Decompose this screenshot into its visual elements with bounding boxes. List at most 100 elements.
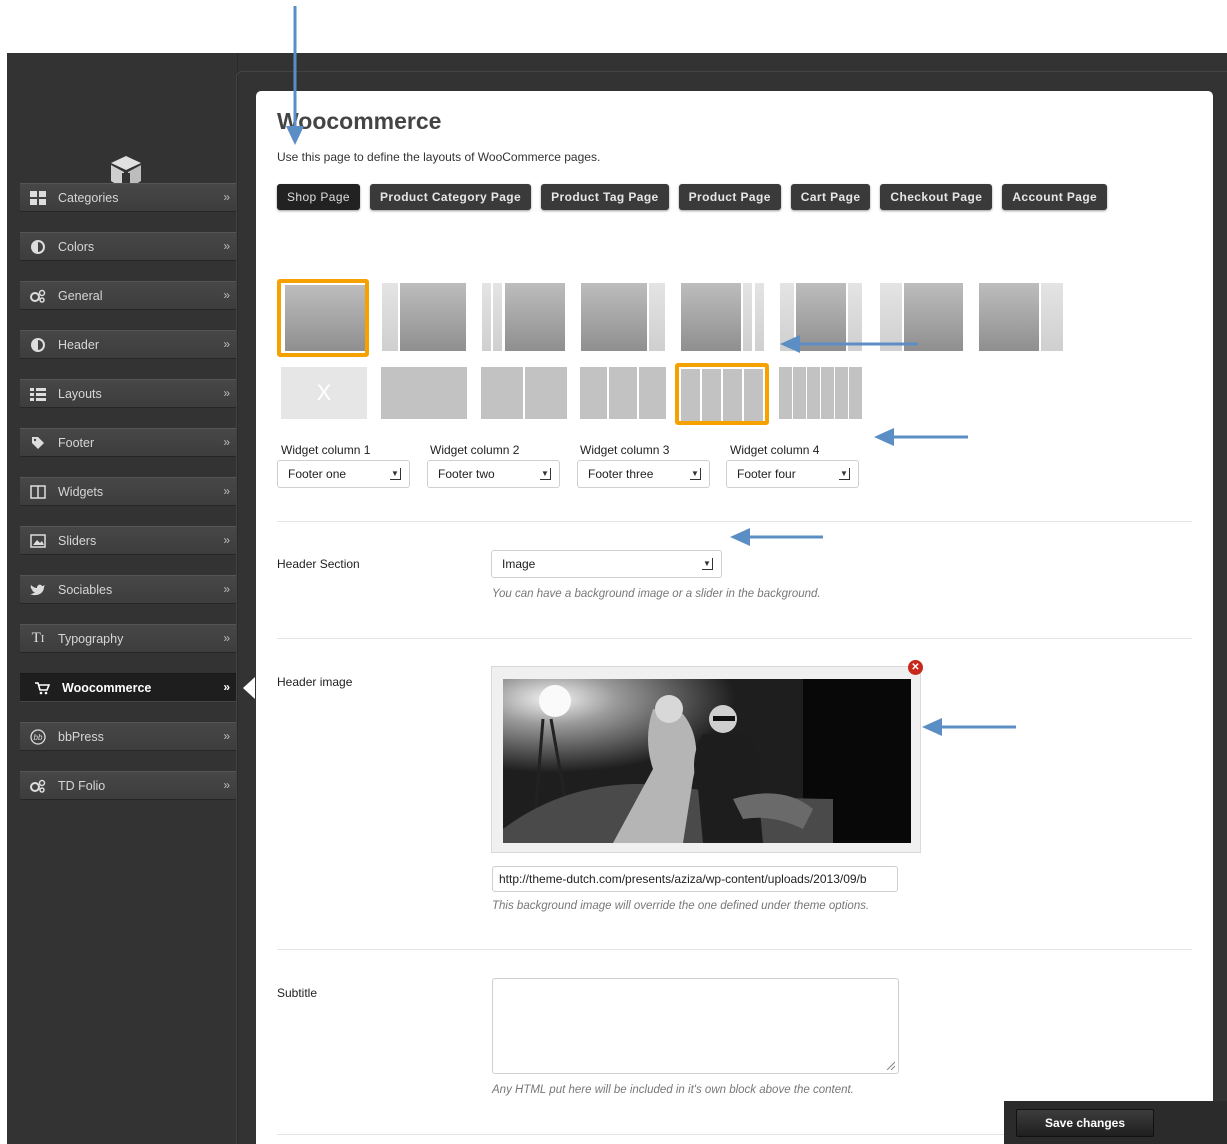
footer-layout-three-columns[interactable]	[576, 367, 668, 423]
typography-icon: TI	[31, 630, 45, 646]
save-changes-button[interactable]: Save changes	[1016, 1109, 1154, 1137]
save-bar: Save changes	[1004, 1101, 1227, 1144]
tab-product-page[interactable]: Product Page	[678, 184, 781, 210]
page-description: Use this page to define the layouts of W…	[277, 150, 601, 164]
sidebar-item-bbpress[interactable]: bb bbPress »	[20, 722, 236, 751]
header-section-help: You can have a background image or a sli…	[492, 588, 821, 600]
footer-layout-one-column[interactable]	[377, 367, 469, 423]
sidebar-item-label: Woocommerce	[62, 680, 152, 695]
tag-icon	[28, 435, 48, 451]
chevron-right-icon: »	[223, 680, 230, 694]
remove-image-icon[interactable]: ✕	[908, 660, 923, 675]
subtitle-label: Subtitle	[277, 986, 318, 1000]
header-image-label: Header image	[277, 675, 353, 689]
dropdown-arrow-icon: ▼	[540, 468, 551, 480]
dropdown-arrow-icon: ▼	[390, 468, 401, 480]
bbpress-icon: bb	[28, 728, 48, 745]
widget-column-3-select[interactable]: Footer three ▼	[577, 460, 710, 488]
layout-option-two-left-sidebars[interactable]	[478, 279, 570, 357]
sidebar-item-label: TD Folio	[58, 778, 106, 793]
layout-option-left-sidebar[interactable]	[378, 279, 470, 357]
select-value: Footer three	[588, 467, 654, 481]
tab-checkout-page[interactable]: Checkout Page	[880, 184, 993, 210]
options-panel: Woocommerce Use this page to define the …	[256, 91, 1213, 1144]
sidebar-item-layouts[interactable]: Layouts »	[20, 379, 236, 408]
dropdown-arrow-icon: ▼	[702, 558, 713, 570]
section-divider	[277, 638, 1192, 639]
sidebar-item-typography[interactable]: TI Typography »	[20, 624, 236, 653]
sidebar-item-label: bbPress	[58, 729, 104, 744]
none-x-icon: X	[281, 367, 367, 419]
sidebar-nav: Categories » Colors » General » Header »…	[20, 183, 255, 820]
chevron-right-icon: »	[223, 288, 230, 302]
chevron-right-icon: »	[223, 582, 230, 596]
chevron-right-icon: »	[223, 729, 230, 743]
grid-icon	[28, 190, 48, 206]
sidebar-item-label: Widgets	[58, 484, 104, 499]
header-section-label: Header Section	[277, 557, 360, 571]
chevron-right-icon: »	[223, 386, 230, 400]
widget-column-1-label: Widget column 1	[281, 443, 371, 457]
half-circle-icon	[28, 239, 48, 255]
footer-layout-none[interactable]: X	[277, 367, 369, 423]
sidebar-item-label: Header	[58, 337, 99, 352]
sidebar-item-header[interactable]: Header »	[20, 330, 236, 359]
section-divider	[277, 521, 1192, 522]
chevron-right-icon: »	[223, 778, 230, 792]
sidebar-item-sociables[interactable]: Sociables »	[20, 575, 236, 604]
section-divider	[277, 949, 1192, 950]
resize-grip-icon[interactable]	[885, 1060, 895, 1070]
sidebar-item-colors[interactable]: Colors »	[20, 232, 236, 261]
chevron-right-icon: »	[223, 533, 230, 547]
sidebar-item-sliders[interactable]: Sliders »	[20, 526, 236, 555]
sidebar-item-widgets[interactable]: Widgets »	[20, 477, 236, 506]
layout-option-two-right-sidebars[interactable]	[677, 279, 769, 357]
tab-shop-page[interactable]: Shop Page	[277, 184, 360, 210]
sidebar-item-footer[interactable]: Footer »	[20, 428, 236, 457]
sidebar-item-general[interactable]: General »	[20, 281, 236, 310]
twitter-bird-icon	[28, 582, 48, 598]
sidebar-item-woocommerce[interactable]: Woocommerce »	[20, 673, 255, 702]
select-value: Footer two	[438, 467, 495, 481]
sidebar-item-categories[interactable]: Categories »	[20, 183, 236, 212]
widget-column-1-select[interactable]: Footer one ▼	[277, 460, 410, 488]
dropdown-arrow-icon: ▼	[839, 468, 850, 480]
sidebar-item-label: Layouts	[58, 386, 102, 401]
header-image-preview[interactable]	[491, 666, 921, 853]
tab-cart-page[interactable]: Cart Page	[790, 184, 871, 210]
footer-layout-two-columns[interactable]	[477, 367, 569, 423]
sidebar-item-label: Footer	[58, 435, 95, 450]
sidebar-item-label: Colors	[58, 239, 95, 254]
layout-option-left-two-sidebars-wide[interactable]	[876, 279, 968, 357]
layout-option-right-sidebar-wide[interactable]	[975, 279, 1067, 357]
tab-product-category-page[interactable]: Product Category Page	[370, 184, 532, 210]
widget-column-2-select[interactable]: Footer two ▼	[427, 460, 560, 488]
layout-option-right-sidebar[interactable]	[577, 279, 669, 357]
sidebar-item-label: General	[58, 288, 103, 303]
subtitle-textarea[interactable]	[492, 978, 899, 1074]
tab-product-tag-page[interactable]: Product Tag Page	[541, 184, 669, 210]
sidebar-item-td-folio[interactable]: TD Folio »	[20, 771, 236, 800]
layout-option-both-sidebars[interactable]	[776, 279, 868, 357]
header-photo	[503, 679, 911, 843]
footer-layout-six-columns[interactable]	[775, 367, 867, 423]
select-value: Footer one	[288, 467, 347, 481]
columns-icon	[28, 484, 48, 500]
svg-text:bb: bb	[34, 733, 43, 742]
sidebar-item-label: Sliders	[58, 533, 97, 548]
cart-icon	[32, 680, 52, 696]
header-image-url-input[interactable]: http://theme-dutch.com/presents/aziza/wp…	[492, 866, 898, 892]
list-icon	[28, 386, 48, 402]
layout-option-full-width[interactable]	[277, 279, 369, 357]
footer-layout-four-columns[interactable]	[675, 363, 769, 425]
header-section-select[interactable]: Image ▼	[491, 550, 722, 578]
image-icon	[28, 533, 48, 549]
dropdown-arrow-icon: ▼	[690, 468, 701, 480]
chevron-right-icon: »	[223, 435, 230, 449]
tab-account-page[interactable]: Account Page	[1002, 184, 1108, 210]
chevron-right-icon: »	[223, 484, 230, 498]
header-image-help: This background image will override the …	[492, 900, 870, 912]
chevron-right-icon: »	[223, 239, 230, 253]
sidebar-item-label: Categories	[58, 190, 119, 205]
widget-column-4-select[interactable]: Footer four ▼	[726, 460, 859, 488]
